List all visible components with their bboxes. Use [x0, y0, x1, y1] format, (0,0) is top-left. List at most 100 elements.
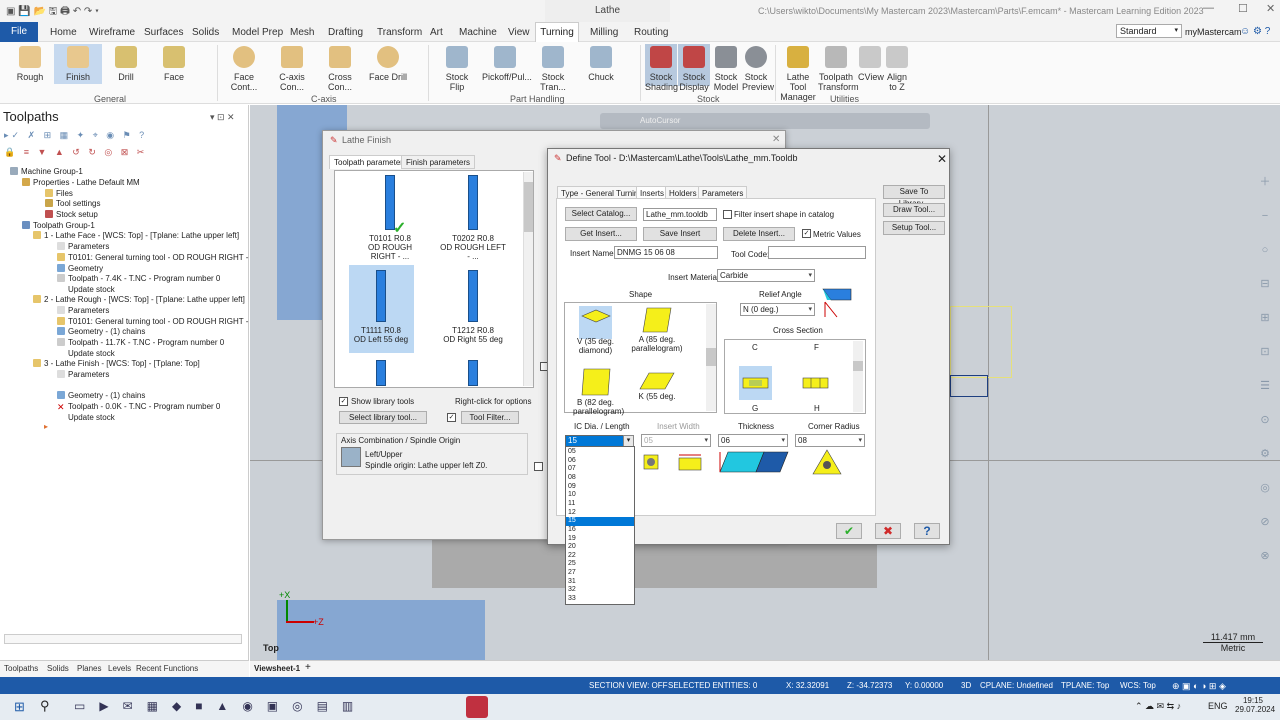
tab-levels[interactable]: Levels — [108, 664, 131, 673]
tab-turning[interactable]: Turning — [535, 22, 579, 43]
cross-section-g[interactable]: G — [752, 404, 758, 413]
cplane-status[interactable]: CPLANE: Undefined — [980, 681, 1053, 690]
wcs-status[interactable]: WCS: Top — [1120, 681, 1156, 690]
insert-name-field[interactable]: DNMG 15 06 08 — [614, 246, 718, 259]
tree-item[interactable]: Toolpath - 7.4K - T.NC - Program number … — [57, 274, 220, 283]
drill-button[interactable]: Drill — [108, 46, 144, 82]
pickoff-button[interactable]: Pickoff/Pul... — [482, 46, 532, 82]
quick-access-toolbar[interactable]: ▣ 💾 📂 🖫 🖨 ↶ ↷ ▾ — [6, 4, 99, 21]
tab-solids[interactable]: Solids — [192, 27, 219, 38]
tree-item[interactable]: Toolpath - 11.7K - T.NC - Program number… — [57, 338, 224, 347]
corner-radius-select[interactable]: 08 ▾ — [795, 434, 865, 447]
tab-drafting[interactable]: Drafting — [328, 27, 363, 38]
spindle-icon[interactable] — [341, 447, 361, 467]
save-insert-button[interactable]: Save Insert — [643, 227, 717, 241]
cview-button[interactable]: CView — [858, 46, 884, 82]
save-to-library-button[interactable]: Save To Library... — [883, 185, 945, 208]
dropdown-option[interactable]: 20 — [566, 543, 634, 552]
tree-item[interactable]: Stock setup — [45, 210, 98, 219]
cross-section-f[interactable]: F — [814, 343, 819, 352]
tray-icons[interactable]: ⌃ ☁ ✉ ⇆ ♪ — [1135, 701, 1181, 712]
tab-recent-functions[interactable]: Recent Functions — [136, 664, 198, 673]
tab-surfaces[interactable]: Surfaces — [144, 27, 183, 38]
autocursor-toolbar[interactable]: AutoCursor — [600, 113, 930, 129]
tree-item[interactable]: Update stock — [57, 285, 115, 294]
tool-list-scrollbar[interactable] — [523, 172, 533, 386]
tree-item[interactable]: Geometry - (1) chains — [57, 327, 145, 336]
tab-routing[interactable]: Routing — [634, 27, 668, 38]
rough-button[interactable]: Rough — [11, 46, 49, 82]
tree-item[interactable]: Geometry — [57, 264, 103, 273]
show-library-checkbox[interactable]: ✓ — [339, 397, 348, 406]
shape-option[interactable]: K (55 deg. — [631, 372, 683, 401]
tree-item[interactable]: 2 - Lathe Rough - [WCS: Top] - [Tplane: … — [33, 295, 245, 304]
cross-section-h-icon[interactable] — [802, 377, 829, 389]
select-catalog-button[interactable]: Select Catalog... — [565, 207, 637, 221]
help-button[interactable]: ? — [914, 523, 940, 539]
tree-item[interactable]: Tool settings — [45, 199, 100, 208]
dropdown-option[interactable]: 19 — [566, 535, 634, 544]
finish-button[interactable]: Finish — [54, 44, 102, 84]
panel-toolbar-row2[interactable]: 🔒 ≡ ▼ ▲ ↺ ↻ ◎ ⊠ ✂ — [4, 147, 244, 157]
scroll-thumb[interactable] — [853, 361, 863, 371]
cancel-button[interactable]: ✖ — [875, 523, 901, 539]
metric-values-checkbox[interactable]: ✓ — [802, 229, 811, 238]
stock-preview-button[interactable]: Stock Preview — [742, 46, 774, 92]
scroll-thumb[interactable] — [706, 348, 716, 366]
insert-material-select[interactable]: Carbide ▾ — [717, 269, 815, 282]
shape-option[interactable]: B (82 deg. parallelogram) — [573, 368, 624, 416]
align-to-z-button[interactable]: Align to Z — [886, 46, 908, 92]
chuck-button[interactable]: Chuck — [587, 46, 615, 82]
tab-mesh[interactable]: Mesh — [290, 27, 314, 38]
language-indicator[interactable]: ENG — [1208, 701, 1228, 711]
start-icon[interactable]: ⊞ — [14, 699, 25, 715]
tab-toolpath-parameters[interactable]: Toolpath parameters — [329, 155, 412, 169]
tree-item[interactable]: Files — [45, 189, 73, 198]
cross-section-h[interactable]: H — [814, 404, 820, 413]
tab-finish-parameters[interactable]: Finish parameters — [401, 155, 476, 169]
view-controls[interactable]: ＋ − ○ ⊟ ⊞ ⊡ ☰ ⊙ ⚙ ◎ ⊘ ⊗ — [1258, 165, 1272, 595]
draw-tool-button[interactable]: Draw Tool... — [883, 203, 945, 217]
dropdown-option[interactable]: 15 — [566, 517, 634, 526]
tab-transform[interactable]: Transform — [377, 27, 422, 38]
tab-planes[interactable]: Planes — [77, 664, 101, 673]
relief-angle-select[interactable]: N (0 deg.) ▾ — [740, 303, 815, 316]
tree-item[interactable]: Update stock — [57, 413, 115, 422]
setup-tool-button[interactable]: Setup Tool... — [883, 221, 945, 235]
settings-icons[interactable]: ☺ ⚙ ? — [1240, 26, 1270, 37]
dropdown-option[interactable]: 11 — [566, 500, 634, 509]
tree-item[interactable]: Update stock — [57, 349, 115, 358]
face-contour-button[interactable]: Face Cont... — [221, 46, 267, 92]
shape-option[interactable]: A (85 deg. parallelogram) — [631, 307, 683, 353]
filter-insert-checkbox[interactable] — [723, 210, 732, 219]
stock-model-button[interactable]: Stock Model — [712, 46, 740, 92]
tree-item[interactable]: Toolpath Group-1 — [22, 221, 95, 230]
ok-button[interactable]: ✔ — [836, 523, 862, 539]
tab-art[interactable]: Art — [430, 27, 443, 38]
dropdown-option[interactable]: 25 — [566, 560, 634, 569]
tool-item[interactable]: T0101 R0.8 OD ROUGH RIGHT - ... — [355, 175, 425, 261]
shape-option[interactable]: V (35 deg. diamond) — [573, 308, 618, 355]
tool-item[interactable]: T1212 R0.8 OD Right 55 deg — [438, 270, 508, 344]
cross-contour-button[interactable]: Cross Con... — [317, 46, 363, 92]
shape-scrollbar[interactable] — [706, 304, 716, 411]
mastercam-taskbar-icon[interactable] — [466, 696, 488, 718]
cross-section-c[interactable]: C — [752, 343, 758, 352]
thickness-select[interactable]: 06 ▾ — [718, 434, 788, 447]
dropdown-option[interactable]: 27 — [566, 569, 634, 578]
dropdown-option[interactable]: 32 — [566, 586, 634, 595]
tool-code-field[interactable] — [768, 246, 866, 259]
my-mastercam-link[interactable]: myMastercam — [1185, 27, 1242, 37]
panel-toolbar-row1[interactable]: ▸✓ ✗ ⊞ ▦ ✦ ⌖ ◉ ⚑ ? — [4, 130, 244, 140]
lathe-tool-manager-button[interactable]: Lathe Tool Manager — [779, 46, 817, 102]
tree-item[interactable]: Properties - Lathe Default MM — [22, 178, 140, 187]
stock-flip-button[interactable]: Stock Flip — [438, 46, 476, 92]
catalog-field[interactable]: Lathe_mm.tooldb — [643, 208, 717, 221]
add-sheet-icon[interactable]: + — [305, 662, 311, 673]
tab-toolpaths[interactable]: Toolpaths — [4, 664, 38, 673]
dropdown-option[interactable]: 07 — [566, 465, 634, 474]
tree-item[interactable]: 3 - Lathe Finish - [WCS: Top] - [Tplane:… — [33, 359, 200, 368]
stock-display-button[interactable]: Stock Display — [678, 44, 710, 92]
toolpath-transform-button[interactable]: Toolpath Transform — [818, 46, 859, 92]
dropdown-option[interactable]: 08 — [566, 474, 634, 483]
